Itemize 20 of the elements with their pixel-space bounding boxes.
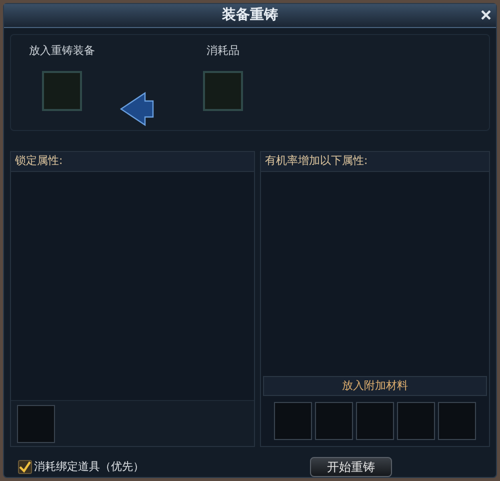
item-slot[interactable] <box>42 71 82 112</box>
item-slot[interactable] <box>438 402 476 440</box>
panel-title: 锁定属性: <box>15 153 63 170</box>
close-icon[interactable] <box>480 9 492 21</box>
item-slot[interactable] <box>274 402 312 440</box>
left-arrow-icon <box>119 90 155 127</box>
checkbox-label: 消耗绑定道具（优先） <box>34 458 144 475</box>
checkbox[interactable] <box>18 460 32 474</box>
window-title: 装备重铸 <box>222 6 278 25</box>
start-recast-button[interactable]: 开始重铸 <box>310 457 392 477</box>
item-slot[interactable] <box>315 402 353 440</box>
item-slot[interactable] <box>203 71 243 112</box>
item-slot[interactable] <box>356 402 394 440</box>
item-slot[interactable] <box>17 404 55 442</box>
slot-label: 消耗品 <box>206 42 240 59</box>
panel-title: 有机率增加以下属性: <box>265 153 368 170</box>
check-icon <box>19 461 31 473</box>
item-slot[interactable] <box>397 402 435 440</box>
slot-label: 放入重铸装备 <box>29 42 95 59</box>
section-title: 放入附加材料 <box>342 378 408 394</box>
